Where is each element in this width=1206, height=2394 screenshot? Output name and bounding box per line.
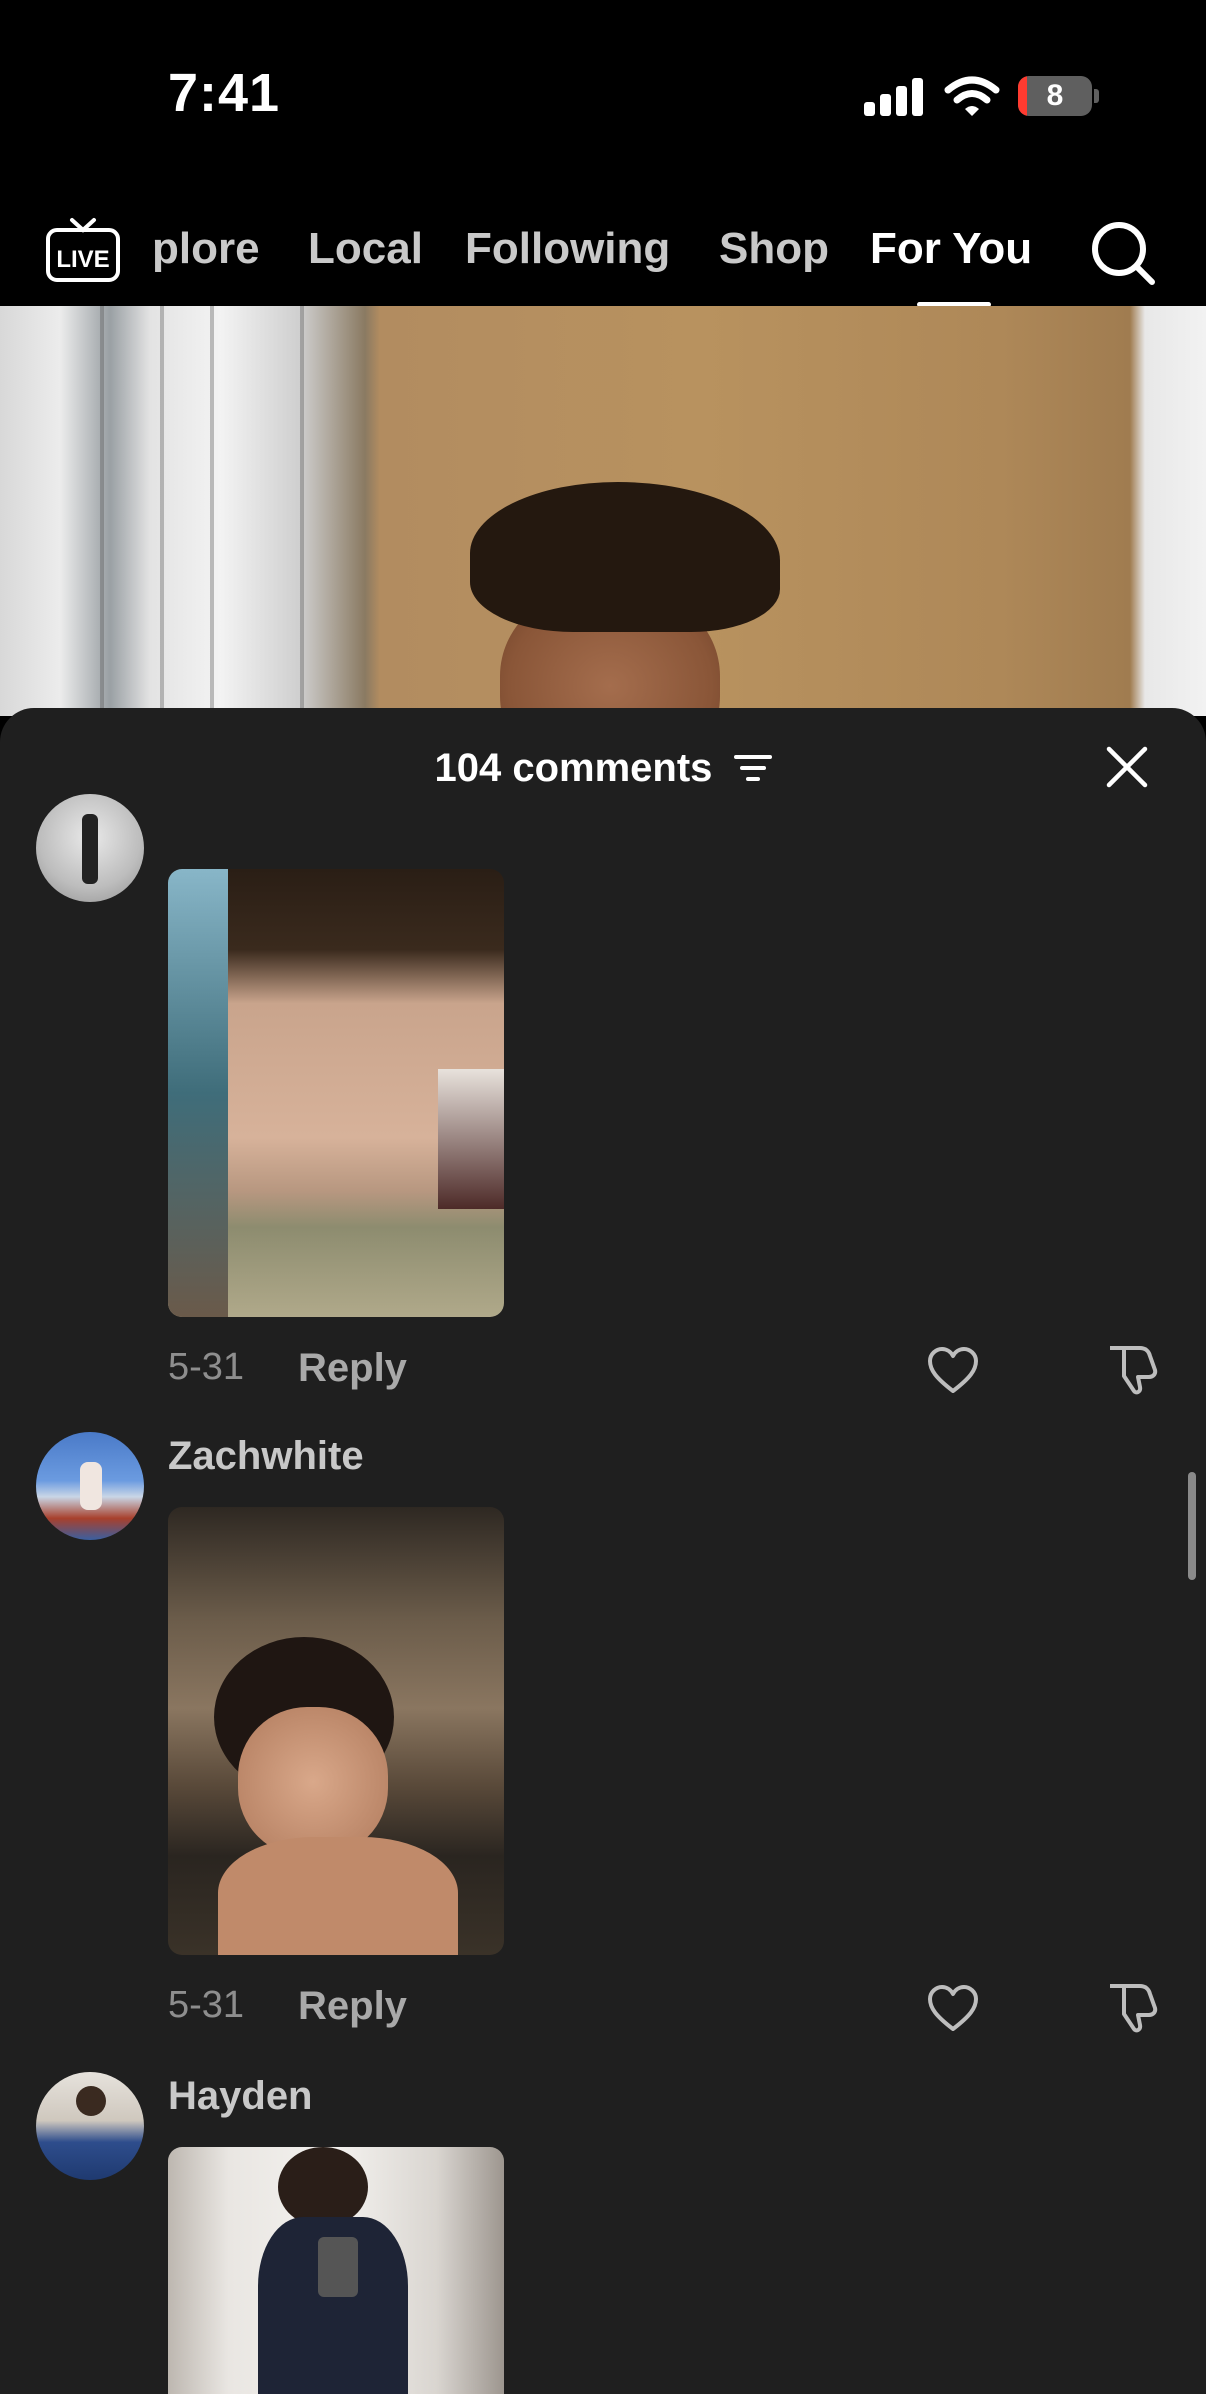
- live-label: LIVE: [56, 246, 109, 273]
- video-player[interactable]: [0, 306, 1206, 716]
- video-subject-hair: [470, 482, 780, 632]
- comment-avatar[interactable]: [36, 2072, 144, 2180]
- live-tv-icon[interactable]: LIVE: [44, 214, 122, 286]
- battery-level: 8: [1046, 79, 1064, 112]
- heart-icon[interactable]: [926, 1346, 980, 1396]
- heart-icon[interactable]: [926, 1984, 980, 2034]
- tab-following[interactable]: Following: [465, 224, 670, 274]
- comment-username[interactable]: Hayden: [168, 2074, 313, 2119]
- sort-icon[interactable]: [733, 753, 772, 783]
- cellular-signal-icon: [864, 78, 924, 116]
- comment-photo[interactable]: [168, 869, 504, 1317]
- comments-count-title[interactable]: 104 comments: [0, 744, 1206, 791]
- tab-explore[interactable]: plore: [152, 224, 260, 274]
- comments-scrollbar[interactable]: [1188, 1472, 1196, 1580]
- comments-sheet: 104 comments 5-31 Reply Zachwhite 5-31 R…: [0, 708, 1206, 2394]
- wifi-icon: [944, 76, 1000, 116]
- close-icon[interactable]: [1106, 746, 1148, 788]
- status-bar: 7:41 8: [0, 0, 1206, 190]
- reply-button[interactable]: Reply: [298, 1346, 407, 1391]
- status-time: 7:41: [168, 63, 281, 123]
- comment-date: 5-31: [168, 1346, 245, 1388]
- tab-local[interactable]: Local: [308, 224, 423, 274]
- comment-username[interactable]: Zachwhite: [168, 1434, 364, 1479]
- comment-avatar[interactable]: [36, 1432, 144, 1540]
- comments-header: 104 comments: [0, 708, 1206, 826]
- tab-shop[interactable]: Shop: [719, 224, 829, 274]
- battery-icon: 8: [1018, 76, 1099, 116]
- dislike-icon[interactable]: [1106, 1980, 1160, 2034]
- comment-avatar[interactable]: [36, 794, 144, 902]
- top-navigation: LIVE plore Local Following Shop For You: [0, 190, 1206, 307]
- comment-photo[interactable]: [168, 1507, 504, 1955]
- comment-date: 5-31: [168, 1984, 245, 2026]
- reply-button[interactable]: Reply: [298, 1984, 407, 2029]
- comment-photo[interactable]: [168, 2147, 504, 2394]
- tab-for-you[interactable]: For You: [870, 224, 1032, 274]
- search-icon[interactable]: [1088, 218, 1158, 288]
- comments-count-label: 104 comments: [434, 745, 713, 790]
- dislike-icon[interactable]: [1106, 1342, 1160, 1396]
